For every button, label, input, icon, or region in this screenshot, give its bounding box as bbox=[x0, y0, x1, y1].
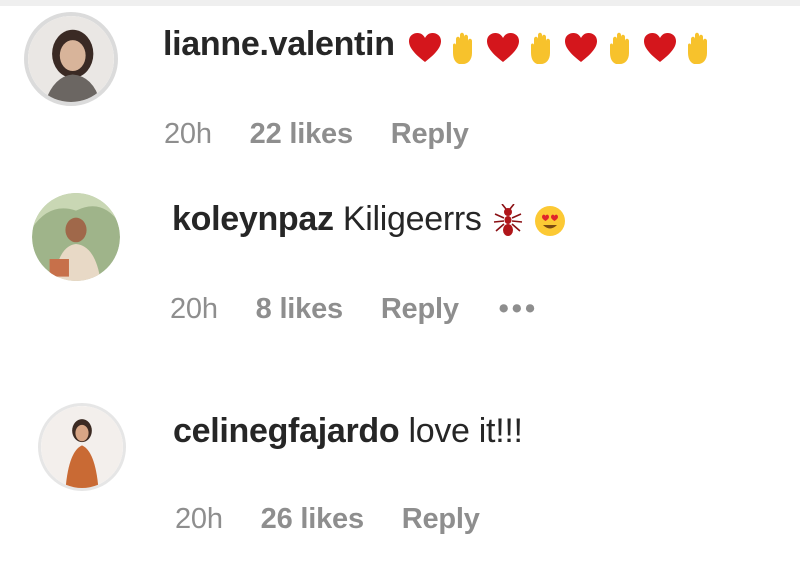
avatar-photo-icon bbox=[41, 406, 123, 488]
avatar-photo-icon bbox=[28, 16, 114, 102]
more-options-icon[interactable]: ••• bbox=[499, 293, 538, 326]
likes-count[interactable]: 8 likes bbox=[256, 293, 343, 326]
likes-count[interactable]: 26 likes bbox=[261, 503, 364, 536]
comment-text: love it!!! bbox=[408, 412, 523, 450]
comment-text: Kiligeerrs bbox=[342, 200, 482, 238]
heart-icon bbox=[408, 32, 441, 62]
comment-text-line: lianne.valentin bbox=[163, 25, 712, 66]
comment-text-line: celinegfajardo love it!!! bbox=[173, 412, 523, 451]
heart-eyes-face-icon bbox=[534, 206, 565, 237]
comment-meta: 20h 8 likes Reply ••• bbox=[170, 293, 538, 326]
username[interactable]: lianne.valentin bbox=[163, 25, 395, 63]
timestamp[interactable]: 20h bbox=[170, 293, 218, 326]
timestamp[interactable]: 20h bbox=[175, 503, 223, 536]
comment-text-line: koleynpaz Kiligeerrs bbox=[172, 200, 566, 239]
timestamp[interactable]: 20h bbox=[164, 118, 212, 151]
avatar[interactable] bbox=[24, 12, 118, 106]
reply-button[interactable]: Reply bbox=[381, 293, 459, 326]
comment-meta: 20h 26 likes Reply bbox=[175, 503, 480, 536]
username[interactable]: celinegfajardo bbox=[173, 412, 400, 450]
avatar[interactable] bbox=[38, 403, 126, 491]
clapping-hand-icon bbox=[609, 32, 629, 64]
heart-icon bbox=[643, 32, 676, 62]
clapping-hand-icon bbox=[453, 32, 472, 64]
clapping-hand-icon bbox=[531, 32, 551, 64]
comment-meta: 20h 22 likes Reply bbox=[164, 118, 469, 151]
username[interactable]: koleynpaz bbox=[172, 200, 334, 238]
divider bbox=[0, 0, 800, 6]
avatar-photo-icon bbox=[32, 193, 120, 281]
likes-count[interactable]: 22 likes bbox=[250, 118, 353, 151]
clapping-hand-icon bbox=[687, 32, 707, 64]
avatar[interactable] bbox=[32, 193, 120, 281]
heart-icon bbox=[565, 32, 598, 62]
heart-icon bbox=[487, 32, 520, 62]
reply-button[interactable]: Reply bbox=[402, 503, 480, 536]
reply-button[interactable]: Reply bbox=[391, 118, 469, 151]
ant-icon bbox=[493, 204, 522, 237]
emoji-row bbox=[408, 27, 712, 66]
